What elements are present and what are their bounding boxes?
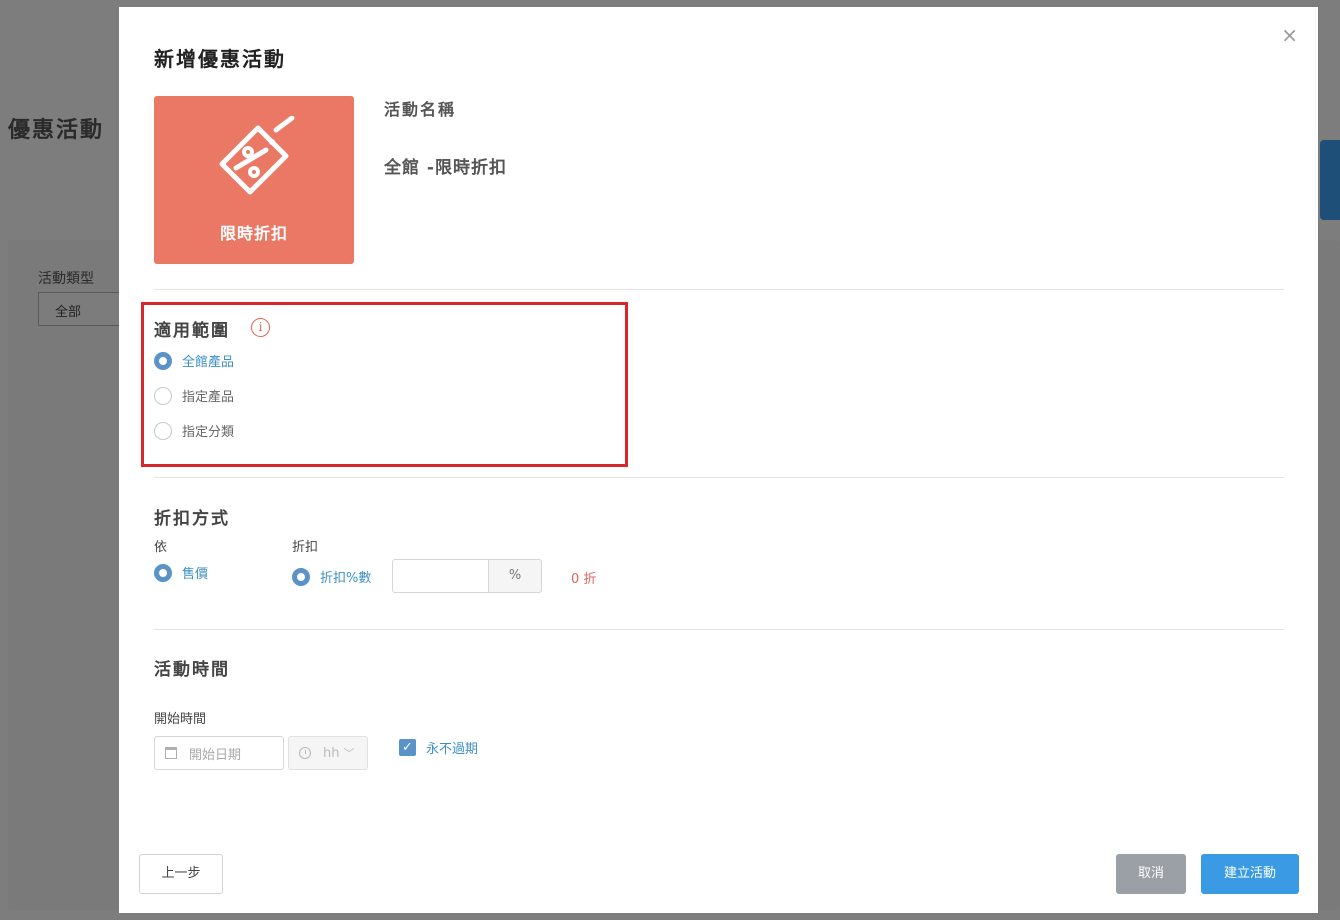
radio-sale-price[interactable]: 售價 [154, 563, 208, 582]
previous-step-button[interactable]: 上一步 [139, 854, 223, 894]
scope-title: 適用範圍 [154, 321, 230, 341]
clock-icon [299, 747, 311, 759]
discount-title: 折扣方式 [154, 509, 230, 529]
create-activity-button[interactable]: 建立活動 [1201, 854, 1299, 894]
discount-percent-group: % [392, 559, 542, 593]
schedule-title: 活動時間 [154, 660, 230, 680]
modal-title: 新增優惠活動 [154, 47, 286, 71]
radio-unchecked-icon[interactable] [154, 421, 172, 440]
radio-checked-icon[interactable] [292, 567, 310, 586]
time-placeholder: hh [323, 745, 340, 761]
create-promotion-modal: × 新增優惠活動 限時折扣 活動名稱 全館 -限時折扣 適用範圍 i 全館產品 … [119, 7, 1318, 913]
divider [154, 629, 1284, 630]
discount-label: 折扣 [292, 540, 319, 555]
never-expire-label: 永不過期 [426, 742, 479, 757]
close-icon[interactable]: × [1281, 25, 1298, 45]
radio-specified-products[interactable]: 指定產品 [154, 386, 234, 405]
never-expire-checkbox[interactable]: ✓ 永不過期 [399, 738, 478, 757]
radio-label: 全館產品 [182, 355, 235, 370]
calendar-icon [165, 747, 177, 759]
start-time-label: 開始時間 [154, 712, 207, 727]
activity-name-label: 活動名稱 [384, 100, 457, 119]
promo-type-label: 限時折扣 [219, 224, 288, 243]
date-placeholder: 開始日期 [189, 747, 242, 763]
checkmark-icon[interactable]: ✓ [399, 739, 416, 756]
start-date-input[interactable]: 開始日期 [154, 736, 284, 770]
radio-label: 指定產品 [182, 390, 235, 405]
radio-label: 折扣%數 [320, 571, 372, 586]
divider [154, 289, 1284, 290]
radio-checked-icon[interactable] [154, 563, 172, 582]
divider [154, 477, 1284, 478]
basis-label: 依 [154, 540, 168, 555]
percent-addon: % [488, 559, 542, 593]
info-icon[interactable]: i [251, 318, 270, 337]
radio-discount-percent[interactable]: 折扣%數 [292, 567, 371, 586]
radio-unchecked-icon[interactable] [154, 386, 172, 405]
chevron-down-icon: ﹀ [343, 747, 355, 760]
radio-label: 售價 [182, 567, 209, 582]
background-action-button [1320, 140, 1340, 220]
cancel-button[interactable]: 取消 [1116, 854, 1186, 894]
discount-tag-icon [219, 116, 295, 195]
activity-name-value: 全館 -限時折扣 [384, 158, 507, 178]
radio-label: 指定分類 [182, 425, 235, 440]
filter-label: 活動類型 [38, 271, 94, 287]
radio-all-products[interactable]: 全館產品 [154, 351, 234, 370]
radio-checked-icon[interactable] [154, 351, 172, 370]
discount-percent-input[interactable] [392, 559, 488, 593]
start-time-input[interactable]: hh ﹀ [288, 736, 368, 770]
radio-specified-category[interactable]: 指定分類 [154, 421, 234, 440]
discount-result: 0 折 [571, 572, 597, 587]
page-title: 優惠活動 [8, 118, 105, 143]
promo-type-card: 限時折扣 [154, 96, 354, 264]
